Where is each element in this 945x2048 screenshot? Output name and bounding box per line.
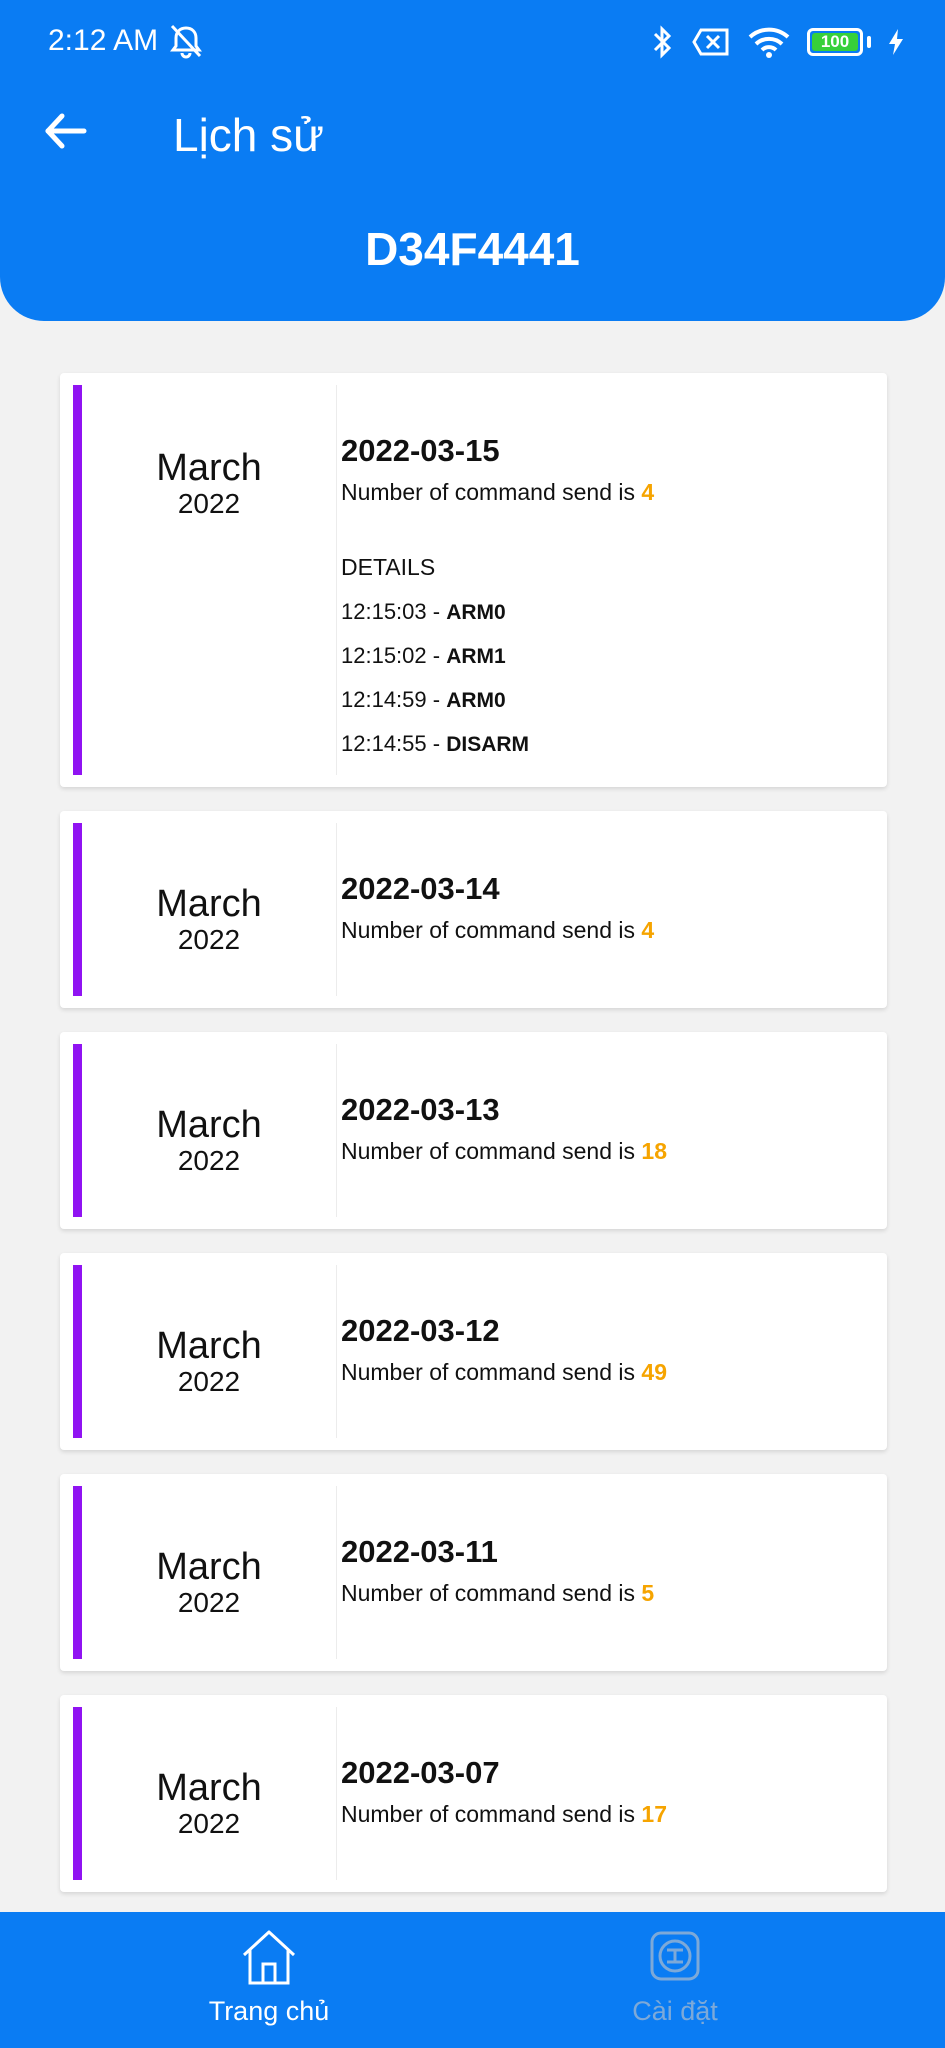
detail-time: 12:15:02 -	[341, 643, 447, 668]
mute-icon	[170, 24, 202, 59]
card-count-label: Number of command send is	[341, 1801, 642, 1827]
detail-row: 12:14:55 - DISARM	[341, 731, 867, 757]
home-icon	[242, 1930, 296, 1985]
card-count: Number of command send is 49	[341, 1359, 867, 1386]
card-date: 2022-03-07	[341, 1755, 500, 1790]
card-content: 2022-03-07 Number of command send is 17	[341, 1755, 867, 1828]
card-content: 2022-03-13 Number of command send is 18	[341, 1092, 867, 1165]
detail-row: 12:15:03 - ARM0	[341, 599, 867, 625]
card-accent-bar	[73, 385, 82, 775]
card-accent-bar	[73, 1265, 82, 1438]
card-year: 2022	[177, 1808, 241, 1839]
card-accent-bar	[73, 823, 82, 996]
card-count-label: Number of command send is	[341, 1580, 642, 1606]
card-count-label: Number of command send is	[341, 1138, 642, 1164]
card-month: March	[156, 1767, 262, 1809]
detail-command: ARM0	[446, 689, 506, 712]
card-date-block: March 2022	[82, 1486, 337, 1659]
history-card[interactable]: March 2022 2022-03-07 Number of command …	[60, 1695, 887, 1892]
card-count-value: 5	[641, 1580, 655, 1606]
card-month: March	[156, 1325, 262, 1367]
card-date: 2022-03-15	[341, 433, 500, 468]
card-year: 2022	[177, 1587, 241, 1618]
card-count-value: 4	[641, 917, 655, 943]
card-count: Number of command send is 17	[341, 1801, 867, 1828]
detail-time: 12:14:55 -	[341, 731, 447, 756]
history-card[interactable]: March 2022 2022-03-15 Number of command …	[60, 373, 887, 787]
no-sim-icon	[692, 28, 729, 56]
history-card[interactable]: March 2022 2022-03-12 Number of command …	[60, 1253, 887, 1450]
card-count-label: Number of command send is	[341, 479, 642, 505]
card-content: 2022-03-12 Number of command send is 49	[341, 1313, 867, 1386]
card-accent-bar	[73, 1707, 82, 1880]
detail-time: 12:14:59 -	[341, 687, 447, 712]
battery-level: 100	[820, 32, 850, 51]
card-date: 2022-03-12	[341, 1313, 500, 1348]
card-date-block: March 2022	[82, 823, 337, 996]
card-count-value: 49	[641, 1359, 667, 1385]
battery-tip	[867, 36, 871, 48]
detail-command: DISARM	[446, 733, 530, 756]
card-count: Number of command send is 5	[341, 1580, 867, 1607]
card-count-value: 4	[641, 479, 655, 505]
card-content: 2022-03-11 Number of command send is 5	[341, 1534, 867, 1607]
nav-settings-label: Cài đặt	[632, 1996, 718, 2026]
card-content: 2022-03-14 Number of command send is 4	[341, 871, 867, 944]
detail-command: ARM1	[446, 645, 506, 668]
detail-time: 12:15:03 -	[341, 599, 447, 624]
card-count: Number of command send is 18	[341, 1138, 867, 1165]
card-count-value: 17	[641, 1801, 667, 1827]
detail-row: 12:15:02 - ARM1	[341, 643, 867, 669]
card-year: 2022	[177, 1145, 241, 1176]
card-date: 2022-03-14	[341, 871, 500, 906]
charging-icon	[889, 29, 903, 55]
card-count-value: 18	[641, 1138, 667, 1164]
settings-icon	[650, 1931, 700, 1981]
card-date: 2022-03-13	[341, 1092, 500, 1127]
device-id: D34F4441	[365, 223, 580, 275]
nav-home-label: Trang chủ	[208, 1996, 330, 2026]
wifi-icon	[748, 27, 790, 58]
history-card[interactable]: March 2022 2022-03-11 Number of command …	[60, 1474, 887, 1671]
page-title: Lịch sử	[173, 109, 324, 161]
card-year: 2022	[177, 488, 241, 519]
history-screen: 2:12 AM 100 Lịch sử D34F4441 March 2022 …	[0, 0, 945, 2048]
details-label: DETAILS	[341, 554, 436, 580]
card-accent-bar	[73, 1486, 82, 1659]
card-count-label: Number of command send is	[341, 917, 642, 943]
card-year: 2022	[177, 924, 241, 955]
card-count: Number of command send is 4	[341, 917, 867, 944]
card-year: 2022	[177, 1366, 241, 1397]
card-date: 2022-03-11	[341, 1534, 498, 1569]
arrow-left-icon[interactable]	[40, 106, 90, 156]
card-content: 2022-03-15 Number of command send is 4 D…	[341, 433, 867, 757]
history-list: March 2022 2022-03-15 Number of command …	[60, 373, 887, 1916]
card-month: March	[156, 883, 262, 925]
card-count-label: Number of command send is	[341, 1359, 642, 1385]
status-bar: 2:12 AM 100	[0, 0, 945, 84]
card-date-block: March 2022	[82, 1044, 337, 1217]
card-accent-bar	[73, 1044, 82, 1217]
card-month: March	[156, 1104, 262, 1146]
status-time: 2:12 AM	[48, 24, 159, 57]
history-card[interactable]: March 2022 2022-03-13 Number of command …	[60, 1032, 887, 1229]
bottom-nav: Trang chủ Cài đặt	[0, 1912, 945, 2048]
card-month: March	[156, 1546, 262, 1588]
nav-settings-button[interactable]: Cài đặt	[545, 1928, 805, 2027]
header: 2:12 AM 100 Lịch sử D34F4441	[0, 0, 945, 321]
card-date-block: March 2022	[82, 385, 337, 775]
bluetooth-icon	[653, 25, 672, 59]
card-date-block: March 2022	[82, 1265, 337, 1438]
card-count: Number of command send is 4	[341, 479, 867, 506]
card-date-block: March 2022	[82, 1707, 337, 1880]
status-icons: 100	[651, 22, 905, 62]
detail-command: ARM0	[446, 601, 506, 624]
battery-icon: 100	[807, 28, 863, 56]
card-month: March	[156, 447, 262, 489]
nav-home-button[interactable]: Trang chủ	[139, 1928, 399, 2027]
history-card[interactable]: March 2022 2022-03-14 Number of command …	[60, 811, 887, 1008]
detail-row: 12:14:59 - ARM0	[341, 687, 867, 713]
